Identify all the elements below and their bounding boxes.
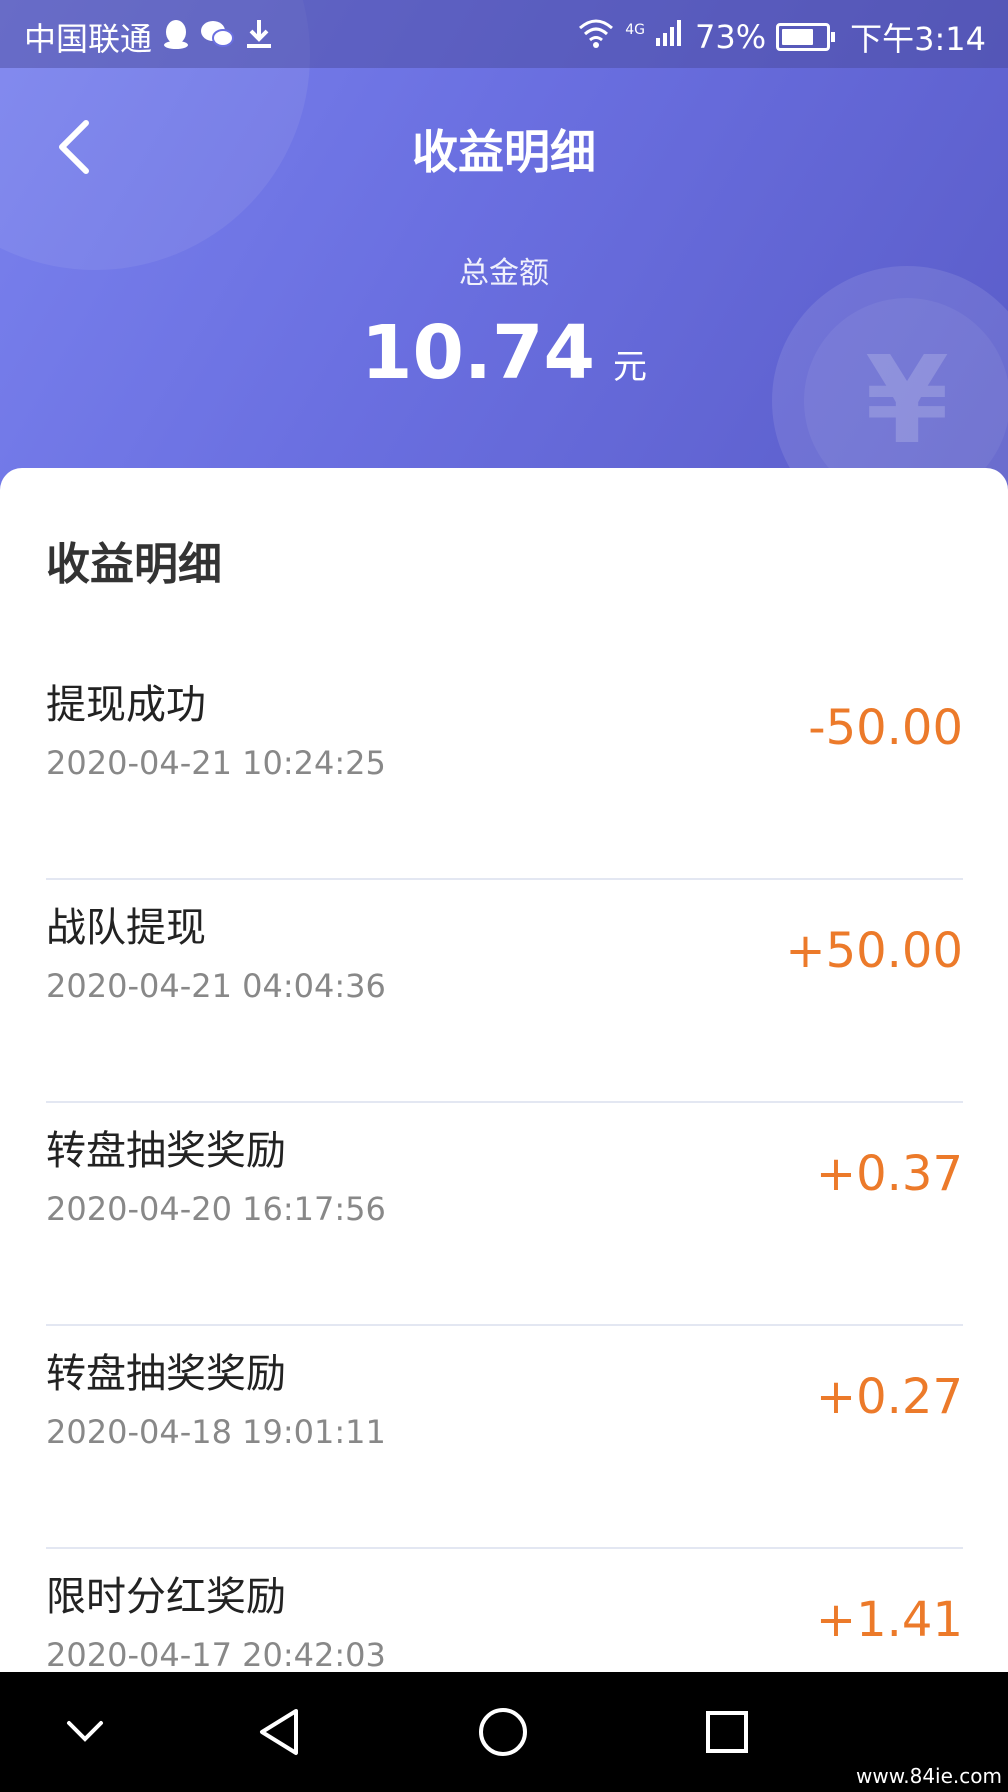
item-amount: +0.27	[815, 1369, 963, 1425]
list-item[interactable]: 提现成功 2020-04-21 10:24:25 -50.00	[46, 658, 963, 880]
battery-fill	[782, 29, 813, 45]
divider	[46, 1101, 963, 1103]
wechat-icon	[200, 19, 235, 56]
list-item[interactable]: 转盘抽奖奖励 2020-04-18 19:01:11 +0.27	[46, 1327, 963, 1549]
back-nav-button[interactable]	[214, 1672, 344, 1792]
hide-nav-button[interactable]	[20, 1672, 150, 1792]
download-icon	[244, 18, 274, 57]
carrier-name: 中国联通	[24, 20, 153, 58]
total-amount: 10.74 元	[0, 310, 1008, 396]
status-time: 下午3:14	[850, 20, 986, 58]
home-nav-button[interactable]	[438, 1672, 568, 1792]
home-circle-icon	[479, 1708, 527, 1756]
total-amount-value: 10.74	[360, 310, 596, 396]
total-amount-unit: 元	[613, 347, 648, 387]
divider	[46, 1324, 963, 1326]
item-title: 转盘抽奖奖励	[46, 1128, 286, 1174]
qq-icon	[162, 18, 190, 57]
item-time: 2020-04-18 19:01:11	[46, 1413, 386, 1451]
item-time: 2020-04-20 16:17:56	[46, 1190, 386, 1228]
item-time: 2020-04-21 04:04:36	[46, 967, 386, 1005]
item-amount: +0.37	[815, 1146, 963, 1202]
battery-percent: 73%	[695, 18, 767, 56]
divider	[46, 1547, 963, 1549]
status-left: 中国联通	[24, 14, 274, 60]
section-title: 收益明细	[46, 539, 222, 590]
back-triangle-icon	[260, 1709, 298, 1755]
item-title: 限时分红奖励	[46, 1574, 286, 1620]
battery-icon	[776, 23, 836, 51]
page-title: 收益明细	[412, 125, 596, 179]
watermark: www.84ie.com	[856, 1764, 1002, 1788]
network-type: 4G	[625, 22, 645, 38]
item-title: 提现成功	[46, 682, 206, 728]
recents-square-icon	[706, 1711, 748, 1753]
item-amount: +1.41	[815, 1592, 963, 1648]
item-title: 转盘抽奖奖励	[46, 1351, 286, 1397]
chevron-down-icon	[67, 1721, 103, 1742]
total-amount-label: 总金额	[459, 256, 549, 291]
item-title: 战队提现	[46, 905, 206, 951]
item-amount: +50.00	[785, 923, 963, 979]
list-item[interactable]: 战队提现 2020-04-21 04:04:36 +50.00	[46, 881, 963, 1103]
status-bar: 中国联通 4G 73% 下午3:14	[0, 0, 1008, 68]
wifi-icon	[577, 18, 615, 56]
navigation-bar: www.84ie.com	[0, 1672, 1008, 1792]
status-right: 4G 73% 下午3:14	[577, 14, 986, 60]
signal-icon	[655, 18, 685, 56]
item-time: 2020-04-21 10:24:25	[46, 744, 386, 782]
item-amount: -50.00	[808, 700, 963, 756]
item-time: 2020-04-17 20:42:03	[46, 1636, 386, 1674]
header: ¥ 中国联通 4G 73% 下午3:14 收益明细 总金额 10.74 元	[0, 0, 1008, 520]
list-item[interactable]: 转盘抽奖奖励 2020-04-20 16:17:56 +0.37	[46, 1104, 963, 1326]
recents-nav-button[interactable]	[662, 1672, 792, 1792]
details-card: 收益明细 提现成功 2020-04-21 10:24:25 -50.00 战队提…	[0, 468, 1008, 1674]
divider	[46, 878, 963, 880]
